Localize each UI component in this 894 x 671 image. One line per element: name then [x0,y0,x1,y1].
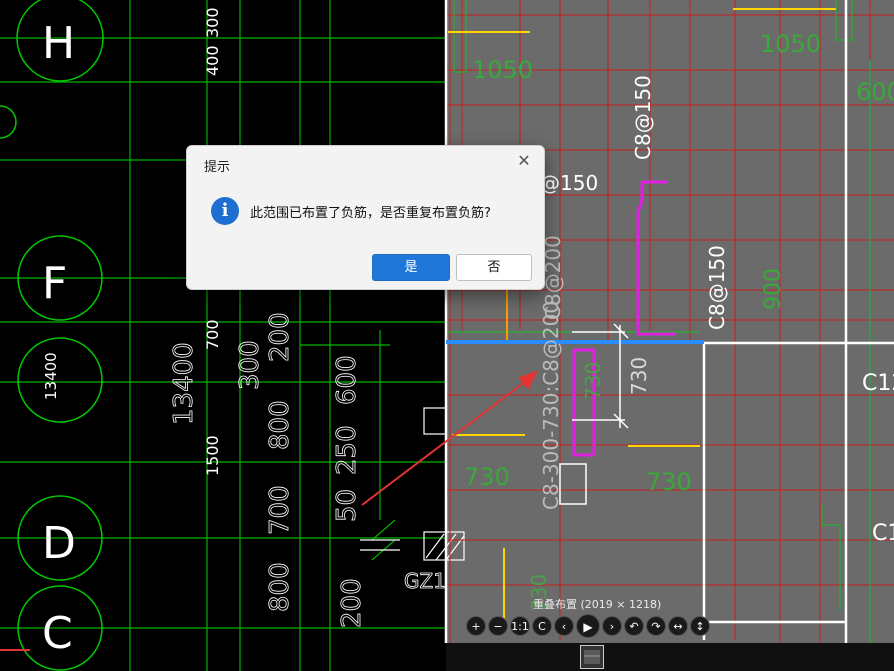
zoom-out-button[interactable]: − [488,616,508,636]
dim-text: 13400 [169,342,199,425]
dim-text: 1500 [203,435,222,476]
dim-text: 600 [332,355,362,405]
axis-label: F [42,258,67,309]
rebar-label: C8@150 [705,245,729,330]
rebar-label: C12 [862,371,894,396]
no-button[interactable]: 否 [456,254,532,281]
viewer-toolbar: + −1:1 C ‹ ▶ › ↶ ↷ ↔ ↕ [466,614,710,638]
dim-text: 300 [235,340,265,390]
dim-text: 700 [203,319,222,350]
dim-text: 400 [203,45,222,76]
flip-horizontal-button[interactable]: ↔ [668,616,688,636]
dialog-message: 此范围已布置了负筋，是否重复布置负筋? [250,206,491,221]
rebar-label: C8-300-730:C8@200 [539,301,563,510]
flip-vertical-button[interactable]: ↕ [690,616,710,636]
rebar-label: 600 [856,78,894,106]
prev-button[interactable]: ‹ [554,616,574,636]
dim-text: 13400 [42,352,60,400]
actual-size-button[interactable]: 1:1 [510,616,530,636]
reset-button[interactable]: C [532,616,552,636]
dim-text: 50 [332,489,362,522]
axis-label: C [42,608,73,659]
highlight-region [446,0,894,643]
rebar-label: C8@150 [631,75,655,160]
rebar-label: 730 [464,463,510,491]
rebar-label: C1 [872,521,894,546]
dim-text: 800 [265,400,295,450]
yes-button[interactable]: 是 [372,254,450,281]
play-button[interactable]: ▶ [576,614,600,638]
dim-text: 800 [265,562,295,612]
close-icon[interactable]: ✕ [514,151,534,171]
rebar-label: 900 [761,268,786,310]
cad-drawing-canvas[interactable]: H F D C 300 400 700 13400 13400 1500 300… [0,0,894,671]
zoom-in-button[interactable]: + [466,616,486,636]
rebar-label: 730 [581,362,605,400]
rebar-label: 1050 [472,56,533,84]
confirm-dialog: 提示 ✕ i 此范围已布置了负筋，是否重复布置负筋? 是 否 [186,145,545,290]
info-icon: i [211,197,239,225]
next-button[interactable]: › [602,616,622,636]
rebar-label: 1050 [760,30,821,58]
dim-text: 700 [265,485,295,535]
dialog-title: 提示 [204,160,231,175]
column-label: GZ1 [404,569,446,593]
rotate-left-button[interactable]: ↶ [624,616,644,636]
axis-label: H [42,18,75,69]
dim-text: 200 [265,312,295,362]
image-caption: 重叠布置 (2019 × 1218) [533,598,662,611]
rebar-label: 730 [646,468,692,496]
thumbnail[interactable] [580,645,604,669]
rebar-label: 730 [627,357,651,395]
rotate-right-button[interactable]: ↷ [646,616,666,636]
viewer-bottom-bar [446,643,894,671]
axis-label: D [42,518,76,569]
dim-text: 200 [337,578,367,628]
dim-text: 300 [203,7,222,38]
dim-text: 250 [332,425,362,475]
rebar-label: @150 [540,171,598,195]
